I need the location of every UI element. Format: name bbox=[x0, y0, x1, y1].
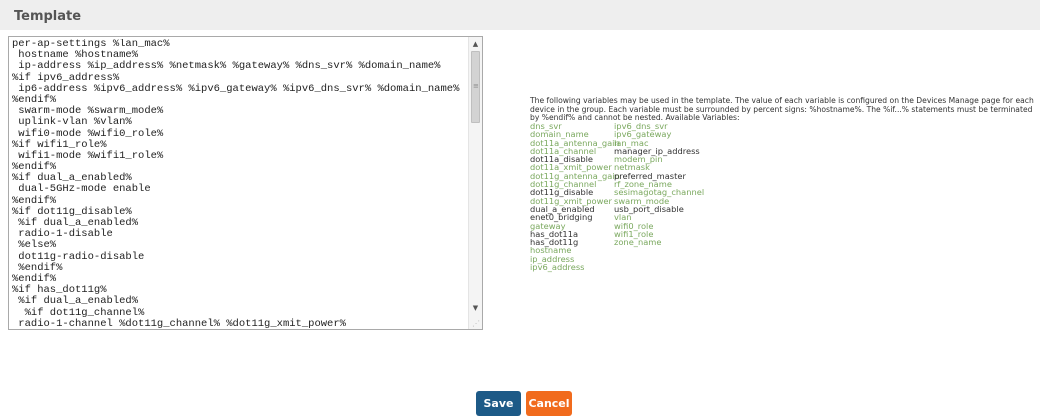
template-line: ip6-address %ipv6_address% %ipv6_gateway… bbox=[12, 82, 460, 95]
resize-handle-icon[interactable]: ⋰ bbox=[472, 319, 480, 328]
template-line: dual-5GHz-mode enable bbox=[12, 183, 151, 196]
template-line: radio-1-disable bbox=[12, 228, 113, 241]
variable-name: zone_name bbox=[614, 237, 662, 248]
template-line: %if dual_a_enabled% bbox=[12, 295, 139, 308]
cancel-button[interactable]: Cancel bbox=[526, 391, 572, 416]
editor-scrollbar[interactable]: ▲ ≡ ▼ bbox=[468, 37, 482, 329]
template-line: wifi0-mode %wifi0_role% bbox=[12, 127, 164, 140]
variable-name: ipv6_address bbox=[530, 262, 585, 273]
template-textarea[interactable]: per-ap-settings %lan_mac% hostname %host… bbox=[8, 36, 483, 330]
template-line: radio-1-channel %dot11g_channel% %dot11g… bbox=[12, 317, 346, 329]
template-line: %endif% bbox=[12, 261, 63, 274]
section-header: Template bbox=[0, 0, 1040, 30]
save-button[interactable]: Save bbox=[476, 391, 521, 416]
variables-help-text: The following variables may be used in t… bbox=[530, 96, 1034, 123]
variables-column-2: ipv6_dns_svr ipv6_gateway lan_mac manager_i… bbox=[614, 122, 704, 248]
variables-column-1: dns_svr domain_name dot11a_antenna_gain dot… bbox=[530, 122, 620, 273]
scrollbar-grip-icon: ≡ bbox=[473, 82, 479, 90]
template-line: uplink-vlan %vlan% bbox=[12, 116, 132, 129]
template-line: ip-address %ip_address% %netmask% %gatew… bbox=[12, 60, 441, 73]
template-line: dot11g-radio-disable bbox=[12, 250, 145, 263]
template-line: %if dot11g_channel% bbox=[12, 306, 145, 319]
section-title: Template bbox=[14, 9, 82, 24]
template-line: wifi1-mode %wifi1_role% bbox=[12, 149, 164, 162]
template-line: %else% bbox=[12, 239, 57, 252]
scroll-up-arrow-icon[interactable]: ▲ bbox=[469, 37, 482, 51]
scroll-down-arrow-icon[interactable]: ▼ bbox=[469, 301, 482, 315]
template-text[interactable]: per-ap-settings %lan_mac% hostname %host… bbox=[12, 39, 468, 329]
